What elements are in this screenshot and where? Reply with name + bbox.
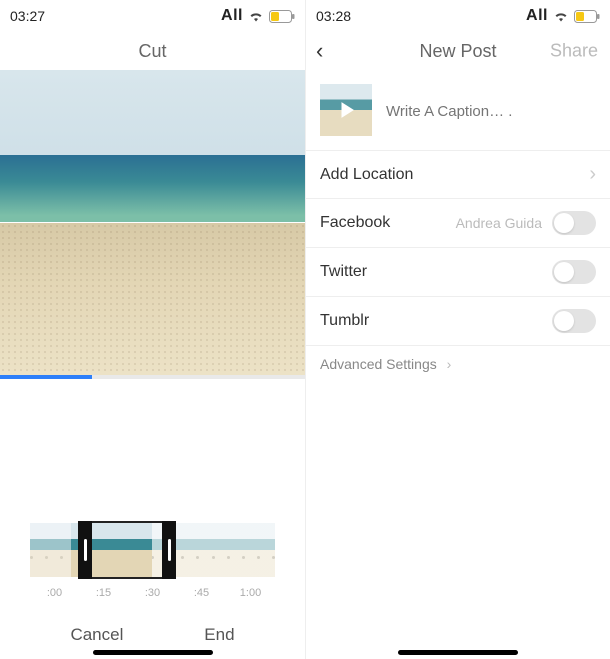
- tick-label: :30: [128, 587, 177, 599]
- new-post-screen: 03:28 All ‹ New Post Share: [305, 0, 610, 659]
- facebook-row[interactable]: Facebook Andrea Guida: [306, 199, 610, 248]
- facebook-account: Andrea Guida: [456, 215, 542, 231]
- tick-label: :00: [30, 587, 79, 599]
- status-time: 03:28: [316, 8, 351, 24]
- trim-handle-left[interactable]: [78, 521, 92, 579]
- chevron-left-icon: ‹: [316, 38, 323, 63]
- chevron-right-icon: ›: [447, 356, 452, 372]
- share-button[interactable]: Share: [550, 41, 598, 62]
- tick-label: 1:00: [226, 587, 275, 599]
- tick-label: :45: [177, 587, 226, 599]
- bottom-actions: Cancel End: [0, 625, 305, 645]
- twitter-toggle[interactable]: [552, 260, 596, 284]
- cancel-button[interactable]: Cancel: [70, 625, 123, 645]
- caption-row: [306, 70, 610, 151]
- battery-icon: [574, 10, 600, 23]
- row-label: Add Location: [320, 166, 413, 184]
- video-preview[interactable]: [0, 70, 305, 375]
- trim-handle-right[interactable]: [162, 521, 176, 579]
- thumb: [234, 523, 275, 577]
- row-label: Facebook: [320, 214, 390, 232]
- wifi-icon: [554, 11, 568, 22]
- status-carrier: All: [221, 7, 243, 25]
- time-ticks: :00 :15 :30 :45 1:00: [30, 577, 275, 599]
- thumb: [30, 523, 71, 577]
- home-indicator[interactable]: [93, 650, 213, 655]
- video-thumbnail[interactable]: [320, 84, 372, 136]
- add-location-row[interactable]: Add Location ›: [306, 151, 610, 199]
- progress-bar[interactable]: [0, 375, 305, 379]
- status-bar: 03:28 All: [306, 0, 610, 32]
- twitter-row[interactable]: Twitter: [306, 248, 610, 297]
- timeline[interactable]: :00 :15 :30 :45 1:00: [0, 523, 305, 599]
- thumb: [112, 523, 153, 577]
- status-time: 03:27: [10, 8, 45, 24]
- facebook-toggle[interactable]: [552, 211, 596, 235]
- nav-header: ‹ New Post Share: [306, 32, 610, 70]
- page-title: Cut: [138, 41, 166, 62]
- nav-header: Cut: [0, 32, 305, 70]
- thumbnails-row[interactable]: [30, 523, 275, 577]
- status-bar: 03:27 All: [0, 0, 305, 32]
- tick-label: :15: [79, 587, 128, 599]
- back-button[interactable]: ‹: [316, 38, 323, 64]
- battery-icon: [269, 10, 295, 23]
- tumblr-toggle[interactable]: [552, 309, 596, 333]
- advanced-settings-row[interactable]: Advanced Settings ›: [306, 346, 610, 384]
- status-carrier: All: [526, 7, 548, 25]
- end-button[interactable]: End: [204, 625, 234, 645]
- wifi-icon: [249, 11, 263, 22]
- page-title: New Post: [419, 41, 496, 62]
- home-indicator[interactable]: [398, 650, 518, 655]
- caption-input[interactable]: [386, 84, 596, 136]
- chevron-right-icon: ›: [589, 163, 596, 186]
- cut-screen: 03:27 All Cut: [0, 0, 305, 659]
- row-label: Twitter: [320, 263, 367, 281]
- tumblr-row[interactable]: Tumblr: [306, 297, 610, 346]
- progress-fill: [0, 375, 92, 379]
- row-label: Advanced Settings: [320, 356, 437, 372]
- row-label: Tumblr: [320, 312, 369, 330]
- thumb: [193, 523, 234, 577]
- play-icon: [320, 84, 372, 136]
